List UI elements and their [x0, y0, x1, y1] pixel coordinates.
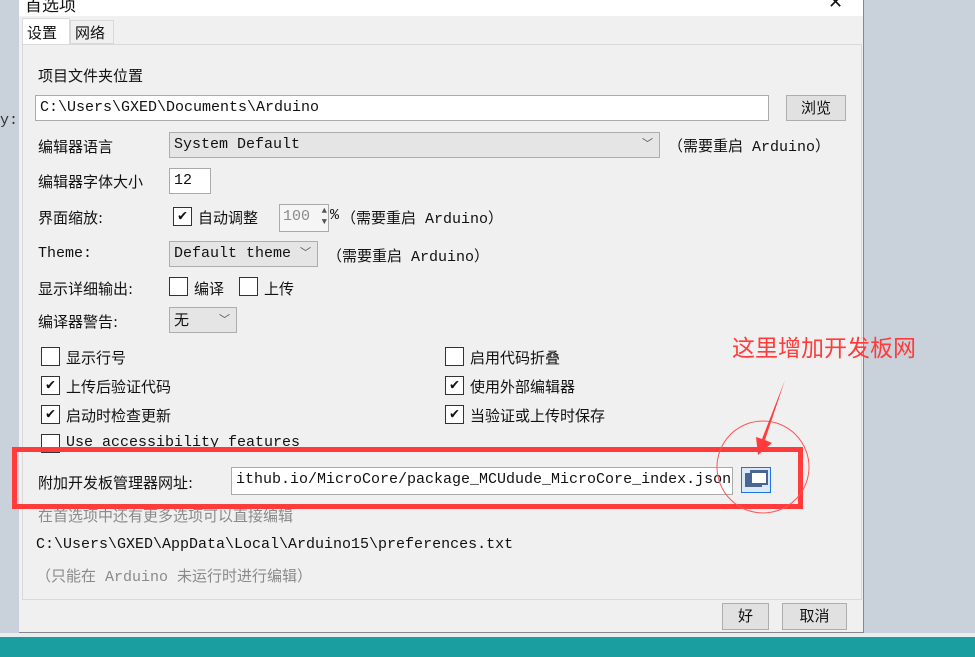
arrow-icon [756, 380, 785, 455]
highlight-circle [716, 420, 810, 514]
annotation-text: 这里增加开发板网 [732, 336, 916, 362]
highlight-box [12, 447, 803, 509]
